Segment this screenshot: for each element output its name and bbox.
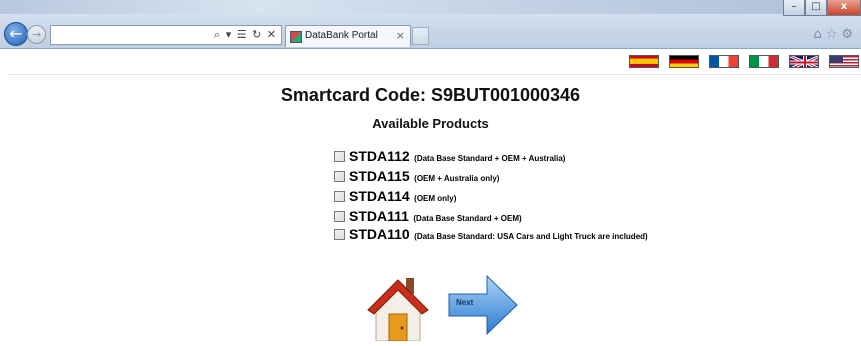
product-checkbox[interactable] xyxy=(334,229,345,240)
germany-flag-icon[interactable] xyxy=(669,55,699,68)
product-checkbox[interactable] xyxy=(334,171,345,182)
available-products-title: Available Products xyxy=(372,116,489,131)
product-checkbox[interactable] xyxy=(334,191,345,202)
usa-flag-icon[interactable] xyxy=(829,55,859,68)
product-description: (Data Base Standard: USA Cars and Light … xyxy=(414,232,648,241)
product-code: STDA115 xyxy=(349,168,410,184)
address-bar-tools[interactable]: ⌕ ▾ ☰ ↻ ✕ xyxy=(214,28,277,42)
header-divider xyxy=(8,74,861,75)
browser-toolbar: – □ x ← → ⌕ ▾ ☰ ↻ ✕ DataBank Portal × ⌂☆… xyxy=(0,0,861,49)
product-checkbox[interactable] xyxy=(334,151,345,162)
next-button[interactable]: Next xyxy=(447,274,519,336)
house-icon xyxy=(367,278,429,342)
spain-flag-icon[interactable] xyxy=(629,55,659,68)
product-item: STDA112 (Data Base Standard + OEM + Aust… xyxy=(334,148,654,166)
forward-button[interactable]: → xyxy=(27,25,46,44)
tab-databank-portal[interactable]: DataBank Portal × xyxy=(285,25,411,47)
product-code: STDA110 xyxy=(349,226,410,242)
product-code: STDA111 xyxy=(349,208,409,224)
close-button[interactable]: x xyxy=(827,0,861,16)
tab-close-icon[interactable]: × xyxy=(396,29,405,42)
language-selector xyxy=(629,55,859,68)
smartcard-code-title: Smartcard Code: S9BUT001000346 xyxy=(280,85,581,105)
product-code: STDA112 xyxy=(349,148,410,164)
product-checkbox[interactable] xyxy=(334,211,345,222)
next-label: Next xyxy=(456,298,474,307)
new-tab-button[interactable] xyxy=(412,27,429,45)
address-bar[interactable]: ⌕ ▾ ☰ ↻ ✕ xyxy=(50,25,282,45)
site-favicon-icon xyxy=(290,31,302,43)
uk-flag-icon[interactable] xyxy=(789,55,819,68)
product-item: STDA115 (OEM + Australia only) xyxy=(334,168,654,186)
tab-title: DataBank Portal xyxy=(305,30,378,41)
maximize-button[interactable]: □ xyxy=(805,0,827,16)
product-item: STDA110 (Data Base Standard: USA Cars an… xyxy=(334,226,654,243)
product-description: (OEM + Australia only) xyxy=(414,174,500,183)
product-code: STDA114 xyxy=(349,188,410,204)
home-button[interactable] xyxy=(366,272,430,342)
italy-flag-icon[interactable] xyxy=(749,55,779,68)
product-description: (Data Base Standard + OEM + Australia) xyxy=(414,154,566,163)
product-description: (Data Base Standard + OEM) xyxy=(413,214,522,223)
product-item: STDA111 (Data Base Standard + OEM) xyxy=(334,208,654,226)
product-description: (OEM only) xyxy=(414,194,457,203)
home-favorites-settings-icons[interactable]: ⌂☆⚙ xyxy=(813,27,857,42)
product-item: STDA114 (OEM only) xyxy=(334,188,654,206)
title-bar xyxy=(0,0,861,14)
window-controls: – □ x xyxy=(783,0,861,16)
france-flag-icon[interactable] xyxy=(709,55,739,68)
back-button[interactable]: ← xyxy=(4,22,28,46)
minimize-button[interactable]: – xyxy=(783,0,805,16)
